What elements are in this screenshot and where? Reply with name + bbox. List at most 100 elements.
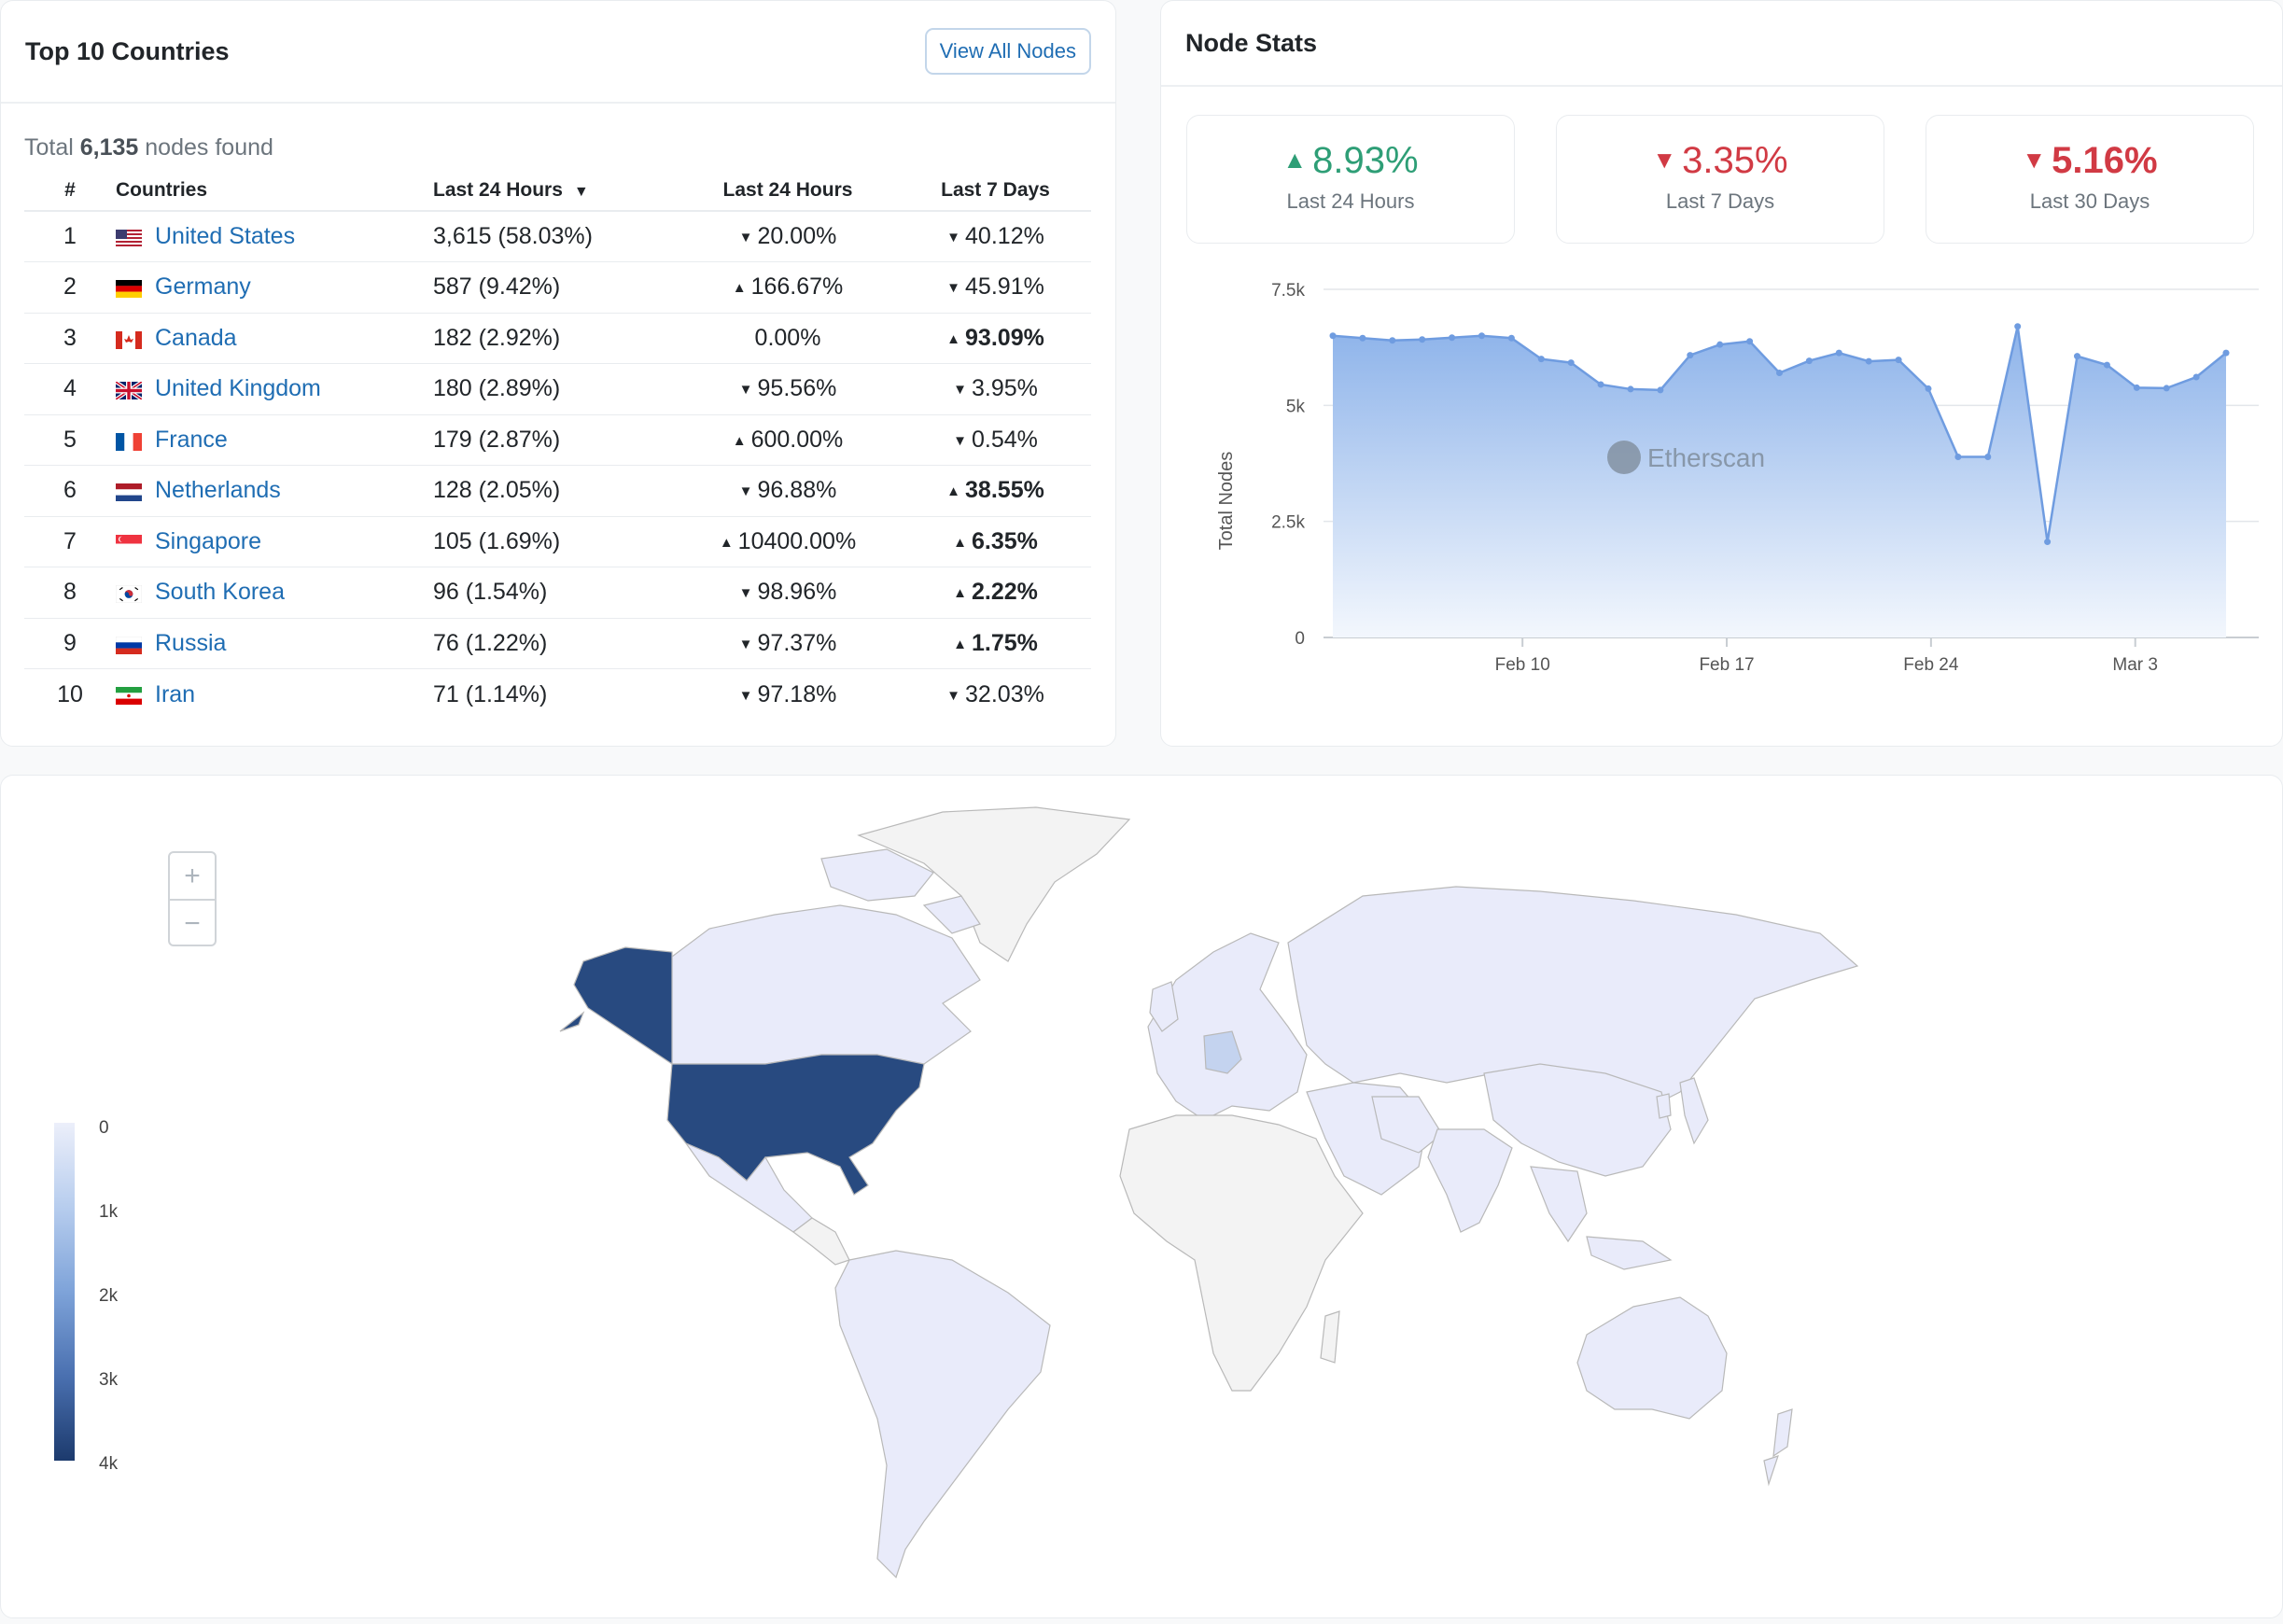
change-7d-cell: ▼ 40.12% — [900, 211, 1091, 262]
table-row: 10 Iran 71 (1.14%) ▼ 97.18% ▼ 32.03% — [24, 669, 1091, 721]
zoom-in-button[interactable]: + — [170, 853, 215, 899]
countries-card-title: Top 10 Countries — [25, 36, 230, 65]
country-link-south-korea[interactable]: South Korea — [155, 579, 285, 605]
country-australia[interactable] — [1576, 1296, 1728, 1420]
change-7d-cell: ▲ 6.35% — [900, 516, 1091, 567]
data-point — [1567, 359, 1575, 367]
country-link-united-states[interactable]: United States — [155, 223, 295, 249]
countries-table: # Countries Last 24 Hours ▼ Last 24 Hours… — [24, 170, 1091, 720]
caret-down-icon: ▼ — [738, 382, 753, 399]
country-link-singapore[interactable]: Singapore — [155, 528, 261, 554]
country-link-france[interactable]: France — [155, 427, 228, 453]
data-point — [1657, 386, 1664, 394]
country-link-united-kingdom[interactable]: United Kingdom — [155, 375, 321, 401]
caret-down-icon: ▼ — [738, 483, 753, 500]
change-24h-cell: 0.00% — [676, 313, 900, 364]
data-point — [1954, 454, 1962, 461]
change-24h-value: 600.00% — [750, 426, 844, 453]
country-cell: Netherlands — [116, 465, 433, 517]
country-cell: Singapore — [116, 516, 433, 567]
legend-tick-label: 1k — [99, 1202, 119, 1222]
total-prefix: Total — [24, 134, 74, 161]
rank-cell: 2 — [24, 261, 116, 314]
country-central-america[interactable] — [792, 1217, 850, 1266]
caret-down-icon: ▼ — [953, 432, 967, 449]
data-point — [2222, 349, 2230, 357]
change-7d-value: 45.91% — [965, 273, 1044, 301]
change-24h-value: 0.00% — [754, 324, 821, 351]
nodes-cell: 3,615 (58.03%) — [433, 211, 676, 262]
flag-united-states-icon — [116, 227, 142, 247]
change-24h-cell: ▼ 96.88% — [676, 465, 900, 517]
country-europe[interactable] — [1147, 932, 1308, 1121]
country-cell: Iran — [116, 669, 433, 721]
view-all-nodes-button[interactable]: View All Nodes — [924, 28, 1091, 75]
x-tick-label: Feb 10 — [1495, 655, 1550, 675]
data-point — [1895, 357, 1902, 364]
data-point — [1865, 357, 1872, 365]
total-nodes-area-chart: 0 2.5k 5k 7.5k Total Nodes Feb 10 Feb 17 Feb 24… — [1216, 281, 2259, 675]
y-tick-label: 5k — [1286, 397, 1306, 416]
rank-cell: 9 — [24, 618, 116, 669]
col-last24-sortable-header[interactable]: Last 24 Hours ▼ — [433, 170, 676, 212]
caret-up-icon: ▲ — [719, 534, 734, 551]
flag-canada-icon — [116, 329, 142, 349]
stat-value-text: 3.35% — [1682, 140, 1788, 181]
caret-down-icon: ▼ — [953, 382, 967, 399]
caret-up-icon: ▲ — [946, 330, 961, 347]
stats-card-header: Node Stats — [1161, 1, 2282, 87]
total-count: 6,135 — [79, 134, 139, 161]
country-alaska[interactable] — [559, 946, 673, 1066]
change-7d-value: 32.03% — [965, 680, 1044, 707]
country-south-america[interactable] — [834, 1250, 1051, 1579]
change-24h-cell: ▲ 10400.00% — [676, 516, 900, 567]
data-point — [1835, 349, 1842, 357]
sort-caret-down-icon: ▼ — [573, 183, 589, 200]
col-change7-header: Last 7 Days — [900, 170, 1091, 212]
country-link-russia[interactable]: Russia — [155, 630, 226, 656]
country-link-germany[interactable]: Germany — [155, 273, 251, 300]
caret-up-icon: ▲ — [732, 432, 747, 449]
change-7d-value: 1.75% — [971, 629, 1038, 656]
flag-russia-icon — [115, 634, 143, 654]
etherscan-watermark: Etherscan — [1647, 443, 1765, 472]
country-new-zealand[interactable] — [1763, 1408, 1793, 1487]
data-point — [2192, 373, 2200, 381]
y-tick-label: 0 — [1295, 629, 1305, 649]
col-rank-header: # — [24, 170, 116, 212]
etherscan-logo-icon — [1607, 441, 1641, 474]
nodes-cell: 105 (1.69%) — [433, 516, 676, 567]
change-7d-cell: ▼ 45.91% — [900, 261, 1091, 314]
country-link-canada[interactable]: Canada — [155, 325, 237, 351]
stat-value: ▼ 3.35% — [1557, 140, 1884, 182]
data-point — [1419, 336, 1426, 343]
change-24h-value: 96.88% — [757, 477, 837, 504]
country-se-asia[interactable] — [1530, 1166, 1673, 1270]
data-point — [1746, 338, 1754, 345]
rank-cell: 5 — [24, 414, 116, 466]
change-24h-value: 95.56% — [757, 375, 837, 402]
legend-tick-label: 3k — [99, 1370, 119, 1390]
stat-value-text: 8.93% — [1312, 140, 1419, 181]
country-india[interactable] — [1427, 1128, 1513, 1233]
data-point — [2074, 353, 2080, 360]
change-7d-value: 3.95% — [971, 375, 1038, 402]
data-point — [2133, 384, 2140, 391]
change-7d-value: 2.22% — [971, 579, 1038, 606]
stat-box-last-24-hours: ▲ 8.93% Last 24 Hours — [1186, 115, 1515, 244]
change-24h-cell: ▼ 98.96% — [676, 567, 900, 619]
country-cell: South Korea — [115, 567, 433, 619]
flag-netherlands-icon — [116, 481, 142, 502]
rank-cell: 4 — [24, 363, 116, 415]
stats-card-title: Node Stats — [1185, 28, 1318, 57]
caret-up-icon: ▲ — [953, 585, 967, 602]
data-point — [1805, 357, 1813, 365]
flag-united-kingdom-icon — [114, 379, 144, 401]
stat-value-text: 5.16% — [2052, 140, 2158, 181]
change-24h-value: 166.67% — [750, 273, 844, 301]
country-madagascar[interactable] — [1320, 1310, 1340, 1364]
zoom-out-button[interactable]: − — [170, 899, 215, 945]
country-usa[interactable] — [666, 1054, 925, 1196]
country-link-netherlands[interactable]: Netherlands — [155, 477, 281, 503]
country-link-iran[interactable]: Iran — [155, 681, 195, 707]
